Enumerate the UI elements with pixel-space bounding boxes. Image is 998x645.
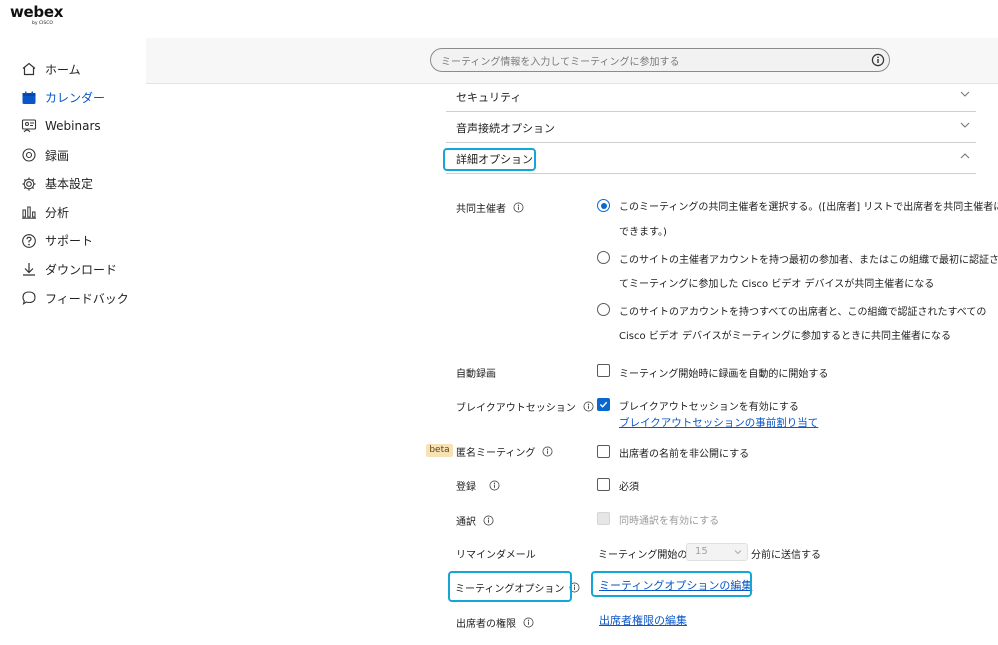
- info-icon[interactable]: [569, 582, 580, 593]
- registration-label-text: 登録: [456, 482, 476, 493]
- sidebar-item-label: 分析: [45, 205, 70, 220]
- info-icon[interactable]: [523, 617, 534, 628]
- sidebar-item-webinars[interactable]: Webinars: [0, 112, 146, 141]
- anonymous-label-text: 匿名ミーティング: [456, 448, 536, 459]
- reminder-prefix: ミーティング開始の: [598, 550, 688, 561]
- registration-text: 必須: [619, 482, 639, 493]
- reminder-label: リマインダメール: [456, 550, 536, 561]
- sidebar-item-recordings[interactable]: 録画: [0, 141, 146, 170]
- cohost-option-3-text: このサイトのアカウントを持つすべての出席者と、この組織で認証されたすべての: [619, 307, 987, 318]
- cohost-option-3-text-cont: Cisco ビデオ デバイスがミーティングに参加するときに共同主催者になる: [619, 331, 952, 342]
- section-security-label: セキュリティ: [456, 91, 522, 104]
- checkmark-icon: [599, 401, 608, 408]
- calendar-icon: [21, 90, 37, 106]
- brand-name: webex: [10, 3, 64, 21]
- sidebar-nav: ホーム カレンダー Webinars 録画 基本設定 分析 サポート ダウンロー…: [0, 55, 146, 312]
- join-meeting-search[interactable]: ミーティング情報を入力してミーティングに参加する: [430, 48, 890, 72]
- chevron-down-icon: [960, 91, 970, 97]
- sidebar-item-download[interactable]: ダウンロード: [0, 255, 146, 284]
- sidebar-item-support[interactable]: サポート: [0, 227, 146, 256]
- sidebar-item-feedback[interactable]: フィードバック: [0, 284, 146, 313]
- sidebar-item-label: Webinars: [45, 119, 101, 134]
- edit-attendee-privileges-link[interactable]: 出席者権限の編集: [599, 612, 687, 628]
- sidebar-item-label: 基本設定: [45, 177, 94, 192]
- top-bar: ミーティング情報を入力してミーティングに参加する: [146, 38, 998, 84]
- sidebar-item-preferences[interactable]: 基本設定: [0, 169, 146, 198]
- interpretation-label: 通訳: [456, 513, 494, 528]
- cohost-option-1-radio[interactable]: [597, 199, 610, 212]
- sidebar-item-label: 録画: [45, 148, 70, 163]
- cohost-option-3-radio[interactable]: [597, 303, 610, 316]
- sidebar-item-calendar[interactable]: カレンダー: [0, 84, 146, 113]
- cohost-option-1-text-cont: できます。): [619, 227, 667, 238]
- interpretation-label-text: 通訳: [456, 517, 476, 528]
- webex-settings-page: webex by CISCO ホーム カレンダー Webinars 録画 基本設…: [0, 0, 998, 645]
- meeting-options-label-text: ミーティングオプション: [455, 584, 565, 595]
- auto-record-label: 自動録画: [456, 369, 496, 380]
- cohost-label-text: 共同主催者: [456, 204, 506, 215]
- meeting-options-label: ミーティングオプション: [455, 580, 580, 595]
- section-audio[interactable]: 音声接続オプション: [446, 112, 976, 143]
- brand-byline: by CISCO: [32, 21, 53, 26]
- breakout-text: ブレイクアウトセッションを有効にする: [619, 402, 799, 413]
- auto-record-checkbox[interactable]: [597, 364, 610, 377]
- record-icon: [21, 147, 37, 163]
- section-security[interactable]: セキュリティ: [446, 81, 976, 112]
- attendee-privileges-label: 出席者の権限: [456, 615, 534, 630]
- beta-badge: beta: [426, 444, 453, 457]
- registration-label: 登録: [456, 478, 500, 493]
- webinar-icon: [21, 118, 37, 134]
- interpretation-checkbox: [597, 512, 610, 525]
- sidebar-item-label: サポート: [45, 234, 94, 249]
- sidebar-item-analytics[interactable]: 分析: [0, 198, 146, 227]
- anonymous-checkbox[interactable]: [597, 445, 610, 458]
- anonymous-label: 匿名ミーティング: [456, 444, 553, 459]
- breakout-label-text: ブレイクアウトセッション: [456, 403, 576, 414]
- section-advanced-label: 詳細オプション: [456, 153, 533, 166]
- info-icon[interactable]: [489, 480, 500, 491]
- gear-icon: [21, 176, 37, 192]
- breakout-preassign-link[interactable]: ブレイクアウトセッションの事前割り当て: [619, 415, 818, 430]
- home-icon: [21, 61, 37, 77]
- analytics-icon: [21, 204, 37, 220]
- reminder-suffix: 分前に送信する: [751, 550, 821, 561]
- sidebar: webex by CISCO ホーム カレンダー Webinars 録画 基本設…: [0, 0, 146, 645]
- info-icon[interactable]: [513, 202, 524, 213]
- info-icon[interactable]: [583, 401, 594, 412]
- cohost-option-2-text-cont: てミーティングに参加した Cisco ビデオ デバイスが共同主催者になる: [619, 279, 935, 290]
- help-icon: [21, 233, 37, 249]
- attendee-privileges-label-text: 出席者の権限: [456, 619, 516, 630]
- breakout-label: ブレイクアウトセッション: [456, 399, 594, 414]
- webex-logo[interactable]: webex by CISCO: [10, 4, 70, 28]
- sidebar-item-label: フィードバック: [45, 291, 129, 306]
- info-icon[interactable]: [871, 53, 885, 67]
- sidebar-item-label: カレンダー: [45, 91, 106, 106]
- cohost-option-2-radio[interactable]: [597, 251, 610, 264]
- sidebar-item-label: ホーム: [45, 62, 81, 77]
- edit-meeting-options-link[interactable]: ミーティングオプションの編集: [599, 577, 752, 593]
- feedback-icon: [21, 290, 37, 306]
- sidebar-item-label: ダウンロード: [45, 262, 118, 277]
- cohost-option-1-text: このミーティングの共同主催者を選択する。([出席者] リストで出席者を共同主催者…: [619, 202, 998, 213]
- chevron-down-icon: [734, 550, 742, 555]
- reminder-minutes-select[interactable]: 15: [686, 543, 748, 561]
- sidebar-item-home[interactable]: ホーム: [0, 55, 146, 84]
- section-advanced[interactable]: 詳細オプション: [446, 143, 976, 174]
- reminder-minutes-value: 15: [695, 546, 708, 557]
- cohost-label: 共同主催者: [456, 200, 524, 215]
- search-input[interactable]: ミーティング情報を入力してミーティングに参加する: [441, 53, 680, 68]
- auto-record-text: ミーティング開始時に録画を自動的に開始する: [619, 369, 829, 380]
- section-audio-label: 音声接続オプション: [456, 122, 555, 135]
- info-icon[interactable]: [542, 446, 553, 457]
- anonymous-text: 出席者の名前を非公開にする: [619, 449, 750, 460]
- cohost-option-2-text: このサイトの主催者アカウントを持つ最初の参加者、またはこの組織で最初に認証され: [619, 255, 998, 266]
- registration-checkbox[interactable]: [597, 478, 610, 491]
- chevron-down-icon: [960, 122, 970, 128]
- breakout-checkbox[interactable]: [597, 398, 610, 411]
- interpretation-text: 同時通訳を有効にする: [619, 516, 720, 527]
- info-icon[interactable]: [483, 515, 494, 526]
- chevron-up-icon: [960, 153, 970, 159]
- download-icon: [21, 261, 37, 277]
